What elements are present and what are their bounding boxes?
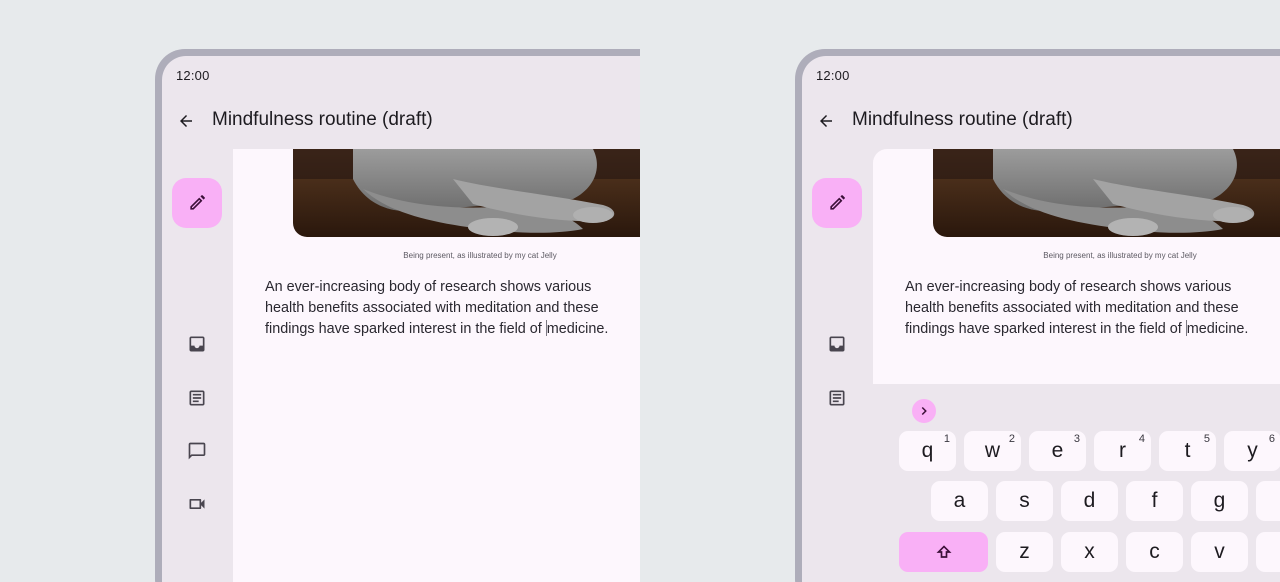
key-d[interactable]: d [1061,481,1118,521]
article-icon [829,390,845,406]
key-b-partial[interactable] [1256,532,1280,572]
top-app-bar: Mindfulness routine (draft) [802,101,1280,141]
rail-item-article[interactable] [825,386,849,410]
status-time: 12:00 [176,68,210,83]
key-s[interactable]: s [996,481,1053,521]
key-c[interactable]: c [1126,532,1183,572]
cat-photo [293,149,640,237]
key-g[interactable]: g [1191,481,1248,521]
document-content: Being present, as illustrated by my cat … [873,149,1280,384]
top-app-bar: Mindfulness routine (draft) [162,101,640,141]
arrow-back-icon [180,115,192,127]
cat-photo [933,149,1280,237]
key-q[interactable]: q1 [899,431,956,471]
videocam-icon [189,499,205,509]
rail-item-inbox[interactable] [825,332,849,356]
tablet-screen: 12:00 Mindfulness routine (draft) Being … [162,56,640,582]
chat-bubble-icon [188,442,206,460]
rail-item-article[interactable] [185,386,209,410]
shift-icon [936,545,951,558]
key-e[interactable]: e3 [1029,431,1086,471]
key-z[interactable]: z [996,532,1053,572]
key-v[interactable]: v [1191,532,1248,572]
page-title: Mindfulness routine (draft) [852,109,1073,130]
key-t[interactable]: t5 [1159,431,1216,471]
image-caption: Being present, as illustrated by my cat … [403,251,557,260]
article-icon [189,390,205,406]
rail-item-video[interactable] [185,492,209,516]
key-shift[interactable] [899,532,988,572]
rail-item-inbox[interactable] [185,332,209,356]
image-caption: Being present, as illustrated by my cat … [1043,251,1197,260]
inbox-icon [189,336,205,352]
inbox-icon [829,336,845,352]
compose-fab[interactable] [172,178,222,228]
key-w[interactable]: w2 [964,431,1021,471]
paragraph-text-end: medicine. [1186,321,1249,337]
navigation-rail [802,149,872,582]
page-title: Mindfulness routine (draft) [212,109,433,130]
body-paragraph[interactable]: An ever-increasing body of research show… [265,277,625,340]
back-button[interactable] [174,109,198,133]
document-content: Being present, as illustrated by my cat … [233,149,640,582]
rail-item-chat[interactable] [185,439,209,463]
key-r[interactable]: r4 [1094,431,1151,471]
tablet-frame: 12:00 Mindfulness routine (draft) Being … [155,49,640,582]
key-y[interactable]: y6 [1224,431,1280,471]
edit-pencil-icon [830,195,845,210]
keyboard-toolbar-expand-button[interactable] [912,399,936,423]
navigation-rail [162,149,232,582]
left-panel: 12:00 Mindfulness routine (draft) Being … [0,0,640,582]
paragraph-text-end: medicine. [546,321,609,337]
status-time: 12:00 [816,68,850,83]
right-panel: 12:00 Mindfulness routine (draft) Being … [640,0,1280,582]
key-a[interactable]: a [931,481,988,521]
key-h-partial[interactable] [1256,481,1280,521]
compose-fab[interactable] [812,178,862,228]
edit-pencil-icon [190,195,205,210]
chevron-right-icon [921,406,927,416]
back-button[interactable] [814,109,838,133]
tablet-frame-keyboard: 12:00 Mindfulness routine (draft) Being … [795,49,1280,582]
key-x[interactable]: x [1061,532,1118,572]
body-paragraph[interactable]: An ever-increasing body of research show… [905,277,1265,340]
arrow-back-icon [820,115,832,127]
key-f[interactable]: f [1126,481,1183,521]
tablet-screen-keyboard: 12:00 Mindfulness routine (draft) Being … [802,56,1280,582]
